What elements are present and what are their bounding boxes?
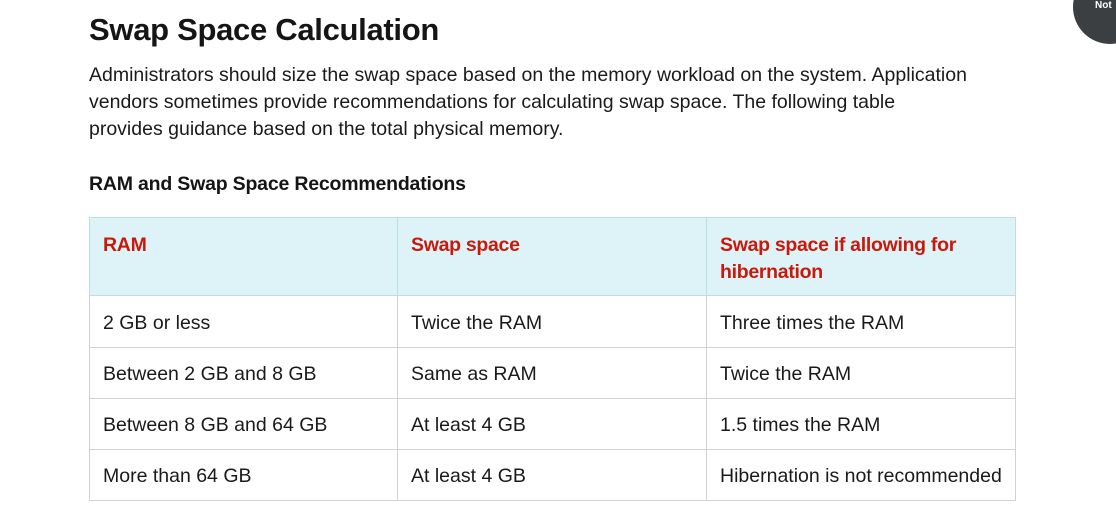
table-header-row: RAM Swap space Swap space if allowing fo… [89,217,1016,296]
table-row: Between 2 GB and 8 GB Same as RAM Twice … [89,347,1016,399]
table-caption: RAM and Swap Space Recommendations [89,173,466,195]
notes-button-label: Not [1095,0,1112,11]
cell-hibernation: Hibernation is not recommended [706,449,1016,501]
header-swap-space: Swap space [397,217,707,296]
cell-ram: More than 64 GB [89,449,398,501]
notes-button[interactable]: Not [1073,0,1116,44]
intro-paragraph: Administrators should size the swap spac… [89,64,967,140]
cell-hibernation: Twice the RAM [706,347,1016,399]
table-row: More than 64 GB At least 4 GB Hibernatio… [89,449,1016,501]
page: Not Swap Space Calculation Administrator… [0,0,1116,526]
cell-hibernation: 1.5 times the RAM [706,398,1016,450]
cell-ram: Between 8 GB and 64 GB [89,398,398,450]
cell-swap: Twice the RAM [397,295,707,348]
recommendations-table: RAM Swap space Swap space if allowing fo… [89,217,1016,501]
header-ram: RAM [89,217,398,296]
table-row: Between 8 GB and 64 GB At least 4 GB 1.5… [89,398,1016,450]
cell-swap: At least 4 GB [397,398,707,450]
cell-ram: 2 GB or less [89,295,398,348]
cell-swap: At least 4 GB [397,449,707,501]
table-row: 2 GB or less Twice the RAM Three times t… [89,295,1016,348]
cell-ram: Between 2 GB and 8 GB [89,347,398,399]
section-title: Swap Space Calculation [89,12,440,47]
cell-hibernation: Three times the RAM [706,295,1016,348]
cell-swap: Same as RAM [397,347,707,399]
header-swap-hibernation: Swap space if allowing for hibernation [706,217,1016,296]
